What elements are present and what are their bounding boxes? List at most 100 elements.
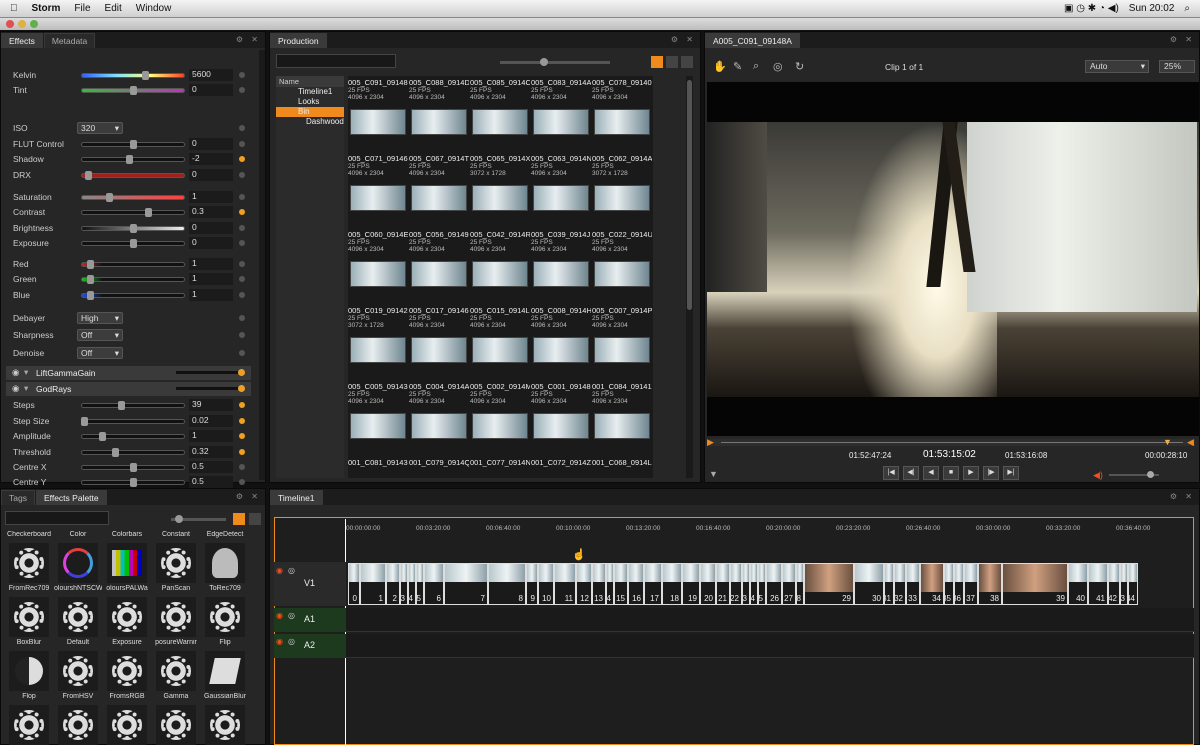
effect-item[interactable]: FromRec709 (5, 585, 53, 640)
param-value-field[interactable]: 0.3 (189, 206, 233, 218)
clip-thumbnail[interactable]: 005_C001_09148 25 FPS 4096 x 2304 (531, 382, 591, 454)
effect-item[interactable]: Exposure (103, 639, 151, 694)
keyframe-dot-icon[interactable] (239, 350, 245, 356)
slider-knob[interactable] (130, 224, 137, 233)
keyframe-dot-icon[interactable] (239, 479, 245, 485)
timeline-clip[interactable]: 22 (730, 563, 742, 605)
param-value-field[interactable]: 0 (189, 222, 233, 234)
clip-thumbnail[interactable]: 001_C068_0914L (592, 458, 652, 478)
disclosure-icon[interactable]: ▾ (24, 367, 28, 378)
keyframe-dot-icon[interactable] (239, 464, 245, 470)
param-slider[interactable] (81, 432, 185, 441)
effect-item[interactable]: Colorbars (103, 531, 151, 586)
column-view-icon[interactable] (666, 56, 678, 68)
track-header-a1[interactable]: ◉ ◎ A1 (274, 608, 346, 632)
timeline-clip[interactable]: 36 (954, 563, 964, 605)
timeline-clip[interactable]: 44 (1128, 563, 1138, 605)
timeline-clip[interactable]: 21 (716, 563, 730, 605)
keyframe-dot-icon[interactable] (239, 72, 245, 78)
clip-thumbnail[interactable]: 005_C015_0914L 25 FPS 4096 x 2304 (470, 306, 530, 378)
param-value-field[interactable]: 1 (189, 430, 233, 442)
slider-knob[interactable] (130, 140, 137, 149)
timeline-clip[interactable]: 14 (606, 563, 614, 605)
timeline-clip[interactable]: 34 (920, 563, 944, 605)
timeline-clip[interactable]: 40 (1068, 563, 1088, 605)
clip-thumbnail[interactable]: 005_C039_0914J 25 FPS 4096 x 2304 (531, 230, 591, 302)
timeline-clip[interactable]: 5 (416, 563, 424, 605)
track-audio-icon[interactable]: ◎ (288, 637, 295, 646)
effect-item[interactable]: Flip (201, 639, 249, 694)
panel-options-icon[interactable]: ⚙ ✕ (1170, 492, 1195, 501)
timeline-clip[interactable]: 35 (944, 563, 954, 605)
clip-thumbnail[interactable]: 005_C083_0914A 25 FPS 4096 x 2304 (531, 78, 591, 150)
timeline-clip[interactable]: 12 (576, 563, 592, 605)
effect-item[interactable]: Gamma (152, 693, 200, 745)
timeline-clip[interactable]: 27 (782, 563, 796, 605)
track-enable-icon[interactable]: ◉ (276, 611, 283, 620)
param-value-field[interactable]: 0.02 (189, 415, 233, 427)
timeline-clip[interactable]: 18 (662, 563, 682, 605)
param-slider[interactable] (81, 239, 185, 248)
keyframe-dot-icon[interactable] (239, 315, 245, 321)
palette-list-view-icon[interactable] (249, 513, 261, 525)
param-slider[interactable] (81, 71, 185, 80)
menu-window[interactable]: Window (136, 3, 172, 14)
tree-item-looks[interactable]: Looks (276, 97, 344, 107)
timeline-clip[interactable]: 33 (906, 563, 920, 605)
in-point-icon[interactable]: ▶ (707, 437, 714, 448)
thumbnail-size-slider[interactable] (500, 58, 610, 66)
param-dropdown[interactable]: Off ▾ (77, 329, 123, 341)
param-value-field[interactable]: -2 (189, 153, 233, 165)
param-value-field[interactable]: 39 (189, 399, 233, 411)
param-slider[interactable] (81, 86, 185, 95)
clip-thumbnail[interactable]: 005_C085_0914C 25 FPS 4096 x 2304 (470, 78, 530, 150)
param-slider[interactable] (81, 224, 185, 233)
tree-item-bin[interactable]: Bin (276, 107, 344, 117)
timeline-clip[interactable]: 23 (742, 563, 750, 605)
mix-slider[interactable] (176, 371, 238, 374)
slider-knob[interactable] (125, 155, 133, 164)
palette-size-slider[interactable] (171, 515, 226, 523)
param-value-field[interactable]: 0 (189, 169, 233, 181)
effect-item[interactable]: EdgeDetect (201, 531, 249, 586)
production-scrollbar[interactable] (686, 76, 693, 478)
timeline-clip[interactable]: 4 (408, 563, 416, 605)
keyframe-dot-icon[interactable] (239, 418, 245, 424)
timeline-clip[interactable]: 2 (386, 563, 400, 605)
param-slider[interactable] (81, 291, 185, 300)
clip-thumbnail[interactable]: 005_C007_0914P 25 FPS 4096 x 2304 (592, 306, 652, 378)
effect-item[interactable]: FromHSV (54, 693, 102, 745)
app-menu[interactable]: Storm (32, 3, 61, 14)
overlay-tool-icon[interactable]: ◎ (773, 60, 783, 73)
keyframe-dot-icon[interactable] (239, 156, 245, 162)
timeline-clip[interactable]: 0 (348, 563, 360, 605)
param-slider[interactable] (81, 448, 185, 457)
keyframe-dot-icon[interactable] (238, 385, 245, 392)
tab-effects-palette[interactable]: Effects Palette (35, 490, 107, 505)
keyframe-dot-icon[interactable] (239, 209, 245, 215)
timeline-clip[interactable]: 15 (614, 563, 628, 605)
track-enable-icon[interactable]: ◉ (276, 637, 283, 646)
param-value-field[interactable]: 5600 (189, 69, 233, 81)
timeline-clip[interactable]: 28 (796, 563, 804, 605)
timeline-clip[interactable]: 13 (592, 563, 606, 605)
menu-file[interactable]: File (74, 3, 90, 14)
keyframe-dot-icon[interactable] (239, 194, 245, 200)
production-search-input[interactable] (276, 54, 396, 68)
timeline-clip[interactable]: 9 (526, 563, 538, 605)
clip-thumbnail[interactable]: 001_C084_09141 25 FPS 4096 x 2304 (592, 382, 652, 454)
param-slider[interactable] (81, 193, 185, 202)
clip-thumbnail[interactable]: 005_C091_09148 25 FPS 4096 x 2304 (348, 78, 408, 150)
clip-thumbnail[interactable]: 005_C019_09142 25 FPS 3072 x 1728 (348, 306, 408, 378)
list-view-icon[interactable] (681, 56, 693, 68)
tree-item-timeline[interactable]: Timeline1 (276, 87, 344, 97)
timeline-clip[interactable]: 43 (1120, 563, 1128, 605)
slider-knob[interactable] (130, 463, 137, 472)
clip-thumbnail[interactable]: 005_C060_0914E 25 FPS 4096 x 2304 (348, 230, 408, 302)
effect-item[interactable]: Checkerboard (5, 531, 53, 586)
panel-options-icon[interactable]: ⚙ ✕ (236, 35, 261, 44)
clip-thumbnail[interactable]: 005_C002_0914M 25 FPS 4096 x 2304 (470, 382, 530, 454)
volume-icon[interactable]: ◀) (1093, 470, 1103, 481)
grid-view-icon[interactable] (651, 56, 663, 68)
param-slider[interactable] (81, 140, 185, 149)
